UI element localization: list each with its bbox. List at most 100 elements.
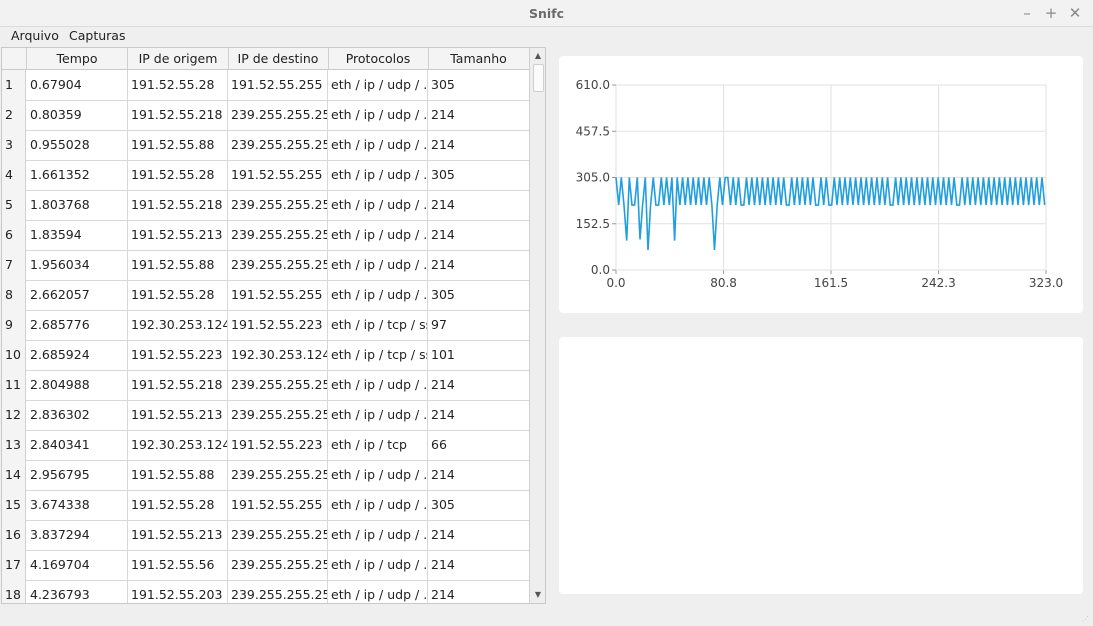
table-cell[interactable]: 2.956795 <box>27 460 128 490</box>
table-cell[interactable]: 1.956034 <box>27 250 128 280</box>
table-cell[interactable]: 191.52.55.255 <box>228 490 328 520</box>
table-row[interactable]: 11 2.804988 191.52.55.218 239.255.255.250 et… <box>2 370 529 401</box>
row-number[interactable]: 17 <box>2 550 26 580</box>
table-cell[interactable]: eth / ip / udp / ... <box>328 550 428 580</box>
table-cell[interactable]: 214 <box>428 220 529 250</box>
table-cell[interactable]: eth / ip / tcp <box>328 430 428 460</box>
table-cell[interactable]: 192.30.253.124 <box>228 340 328 370</box>
table-cell[interactable]: 239.255.255.250 <box>228 190 328 220</box>
resize-grip-icon[interactable]: ⋰ <box>1082 615 1090 623</box>
table-cell[interactable]: 191.52.55.28 <box>128 70 228 100</box>
row-number[interactable]: 6 <box>2 220 26 250</box>
table-cell[interactable]: 305 <box>428 70 529 100</box>
table-cell[interactable]: 66 <box>428 430 529 460</box>
table-cell[interactable]: eth / ip / udp / ... <box>328 70 428 100</box>
table-cell[interactable]: 191.52.55.218 <box>128 100 228 130</box>
table-cell[interactable]: eth / ip / udp / ... <box>328 460 428 490</box>
table-row[interactable]: 10 2.685924 191.52.55.223 192.30.253.124 eth… <box>2 340 529 371</box>
row-number[interactable]: 8 <box>2 280 26 310</box>
table-cell[interactable]: 239.255.255.250 <box>228 100 328 130</box>
table-cell[interactable]: 191.52.55.88 <box>128 130 228 160</box>
table-cell[interactable]: eth / ip / udp / ... <box>328 370 428 400</box>
table-cell[interactable]: eth / ip / udp / ... <box>328 160 428 190</box>
table-cell[interactable]: 191.52.55.213 <box>128 400 228 430</box>
table-row[interactable]: 18 4.236793 191.52.55.203 239.255.255.250 et… <box>2 580 529 603</box>
row-number[interactable]: 7 <box>2 250 26 280</box>
table-cell[interactable]: 305 <box>428 490 529 520</box>
table-row[interactable]: 7 1.956034 191.52.55.88 239.255.255.250 eth … <box>2 250 529 281</box>
table-row[interactable]: 6 1.83594 191.52.55.213 239.255.255.250 eth … <box>2 220 529 251</box>
row-number[interactable]: 13 <box>2 430 26 460</box>
table-row[interactable]: 12 2.836302 191.52.55.213 239.255.255.250 et… <box>2 400 529 431</box>
row-number[interactable]: 2 <box>2 100 26 130</box>
table-cell[interactable]: 4.236793 <box>27 580 128 603</box>
table-cell[interactable]: eth / ip / udp / ... <box>328 220 428 250</box>
table-cell[interactable]: 191.52.55.218 <box>128 190 228 220</box>
table-cell[interactable]: 191.52.55.28 <box>128 490 228 520</box>
table-cell[interactable]: 192.30.253.124 <box>128 430 228 460</box>
table-row[interactable]: 2 0.80359 191.52.55.218 239.255.255.250 eth … <box>2 100 529 131</box>
row-number[interactable]: 1 <box>2 70 26 100</box>
table-row[interactable]: 16 3.837294 191.52.55.213 239.255.255.250 et… <box>2 520 529 551</box>
table-cell[interactable]: 1.661352 <box>27 160 128 190</box>
table-cell[interactable]: 191.52.55.28 <box>128 160 228 190</box>
table-cell[interactable]: 214 <box>428 400 529 430</box>
table-cell[interactable]: 239.255.255.250 <box>228 580 328 603</box>
table-cell[interactable]: 2.685776 <box>27 310 128 340</box>
table-cell[interactable]: 191.52.55.28 <box>128 280 228 310</box>
row-number[interactable]: 12 <box>2 400 26 430</box>
column-header-protocolos[interactable]: Protocolos <box>328 48 429 69</box>
table-cell[interactable]: eth / ip / udp / ... <box>328 490 428 520</box>
column-header-ip-origem[interactable]: IP de origem <box>128 48 229 69</box>
table-cell[interactable]: 214 <box>428 190 529 220</box>
table-cell[interactable]: 191.52.55.213 <box>128 220 228 250</box>
table-cell[interactable]: 191.52.55.88 <box>128 460 228 490</box>
maximize-icon[interactable]: + <box>1041 3 1061 23</box>
table-cell[interactable]: 214 <box>428 460 529 490</box>
table-row[interactable]: 17 4.169704 191.52.55.56 239.255.255.250 eth… <box>2 550 529 581</box>
row-number[interactable]: 11 <box>2 370 26 400</box>
table-cell[interactable]: eth / ip / udp / ... <box>328 100 428 130</box>
table-scrollbar[interactable]: ▲ ▼ <box>529 48 545 603</box>
table-cell[interactable]: 239.255.255.250 <box>228 130 328 160</box>
table-cell[interactable]: 239.255.255.250 <box>228 250 328 280</box>
row-number[interactable]: 3 <box>2 130 26 160</box>
table-cell[interactable]: 191.52.55.223 <box>228 310 328 340</box>
table-cell[interactable]: 239.255.255.250 <box>228 520 328 550</box>
table-cell[interactable]: eth / ip / udp / ... <box>328 190 428 220</box>
table-cell[interactable]: 0.67904 <box>27 70 128 100</box>
table-cell[interactable]: 191.52.55.255 <box>228 280 328 310</box>
table-row[interactable]: 1 0.67904 191.52.55.28 191.52.55.255 eth / i… <box>2 70 529 101</box>
table-cell[interactable]: eth / ip / udp / ... <box>328 400 428 430</box>
table-cell[interactable]: eth / ip / udp / ... <box>328 520 428 550</box>
row-number[interactable]: 18 <box>2 580 26 603</box>
table-cell[interactable]: 305 <box>428 160 529 190</box>
table-cell[interactable]: 214 <box>428 100 529 130</box>
table-cell[interactable]: 191.52.55.88 <box>128 250 228 280</box>
table-cell[interactable]: 3.674338 <box>27 490 128 520</box>
table-cell[interactable]: 214 <box>428 580 529 603</box>
close-icon[interactable]: ✕ <box>1065 3 1085 23</box>
table-cell[interactable]: 3.837294 <box>27 520 128 550</box>
table-cell[interactable]: 214 <box>428 550 529 580</box>
table-cell[interactable]: 239.255.255.250 <box>228 460 328 490</box>
table-row[interactable]: 5 1.803768 191.52.55.218 239.255.255.250 eth… <box>2 190 529 221</box>
table-cell[interactable]: 191.52.55.213 <box>128 520 228 550</box>
table-cell[interactable]: 2.662057 <box>27 280 128 310</box>
table-cell[interactable]: eth / ip / tcp / ssl <box>328 340 428 370</box>
column-header-tempo[interactable]: Tempo <box>27 48 128 69</box>
table-cell[interactable]: 0.80359 <box>27 100 128 130</box>
table-row[interactable]: 8 2.662057 191.52.55.28 191.52.55.255 eth / … <box>2 280 529 311</box>
corner-cell[interactable] <box>2 48 27 69</box>
table-cell[interactable]: 239.255.255.250 <box>228 550 328 580</box>
row-number[interactable]: 9 <box>2 310 26 340</box>
table-row[interactable]: 14 2.956795 191.52.55.88 239.255.255.250 eth… <box>2 460 529 491</box>
table-cell[interactable]: 2.836302 <box>27 400 128 430</box>
table-cell[interactable]: eth / ip / udp / ... <box>328 280 428 310</box>
row-number[interactable]: 4 <box>2 160 26 190</box>
table-cell[interactable]: eth / ip / udp / ... <box>328 130 428 160</box>
row-number[interactable]: 16 <box>2 520 26 550</box>
menu-capturas[interactable]: Capturas <box>69 28 125 43</box>
table-cell[interactable]: 191.52.55.223 <box>228 430 328 460</box>
table-cell[interactable]: 101 <box>428 340 529 370</box>
